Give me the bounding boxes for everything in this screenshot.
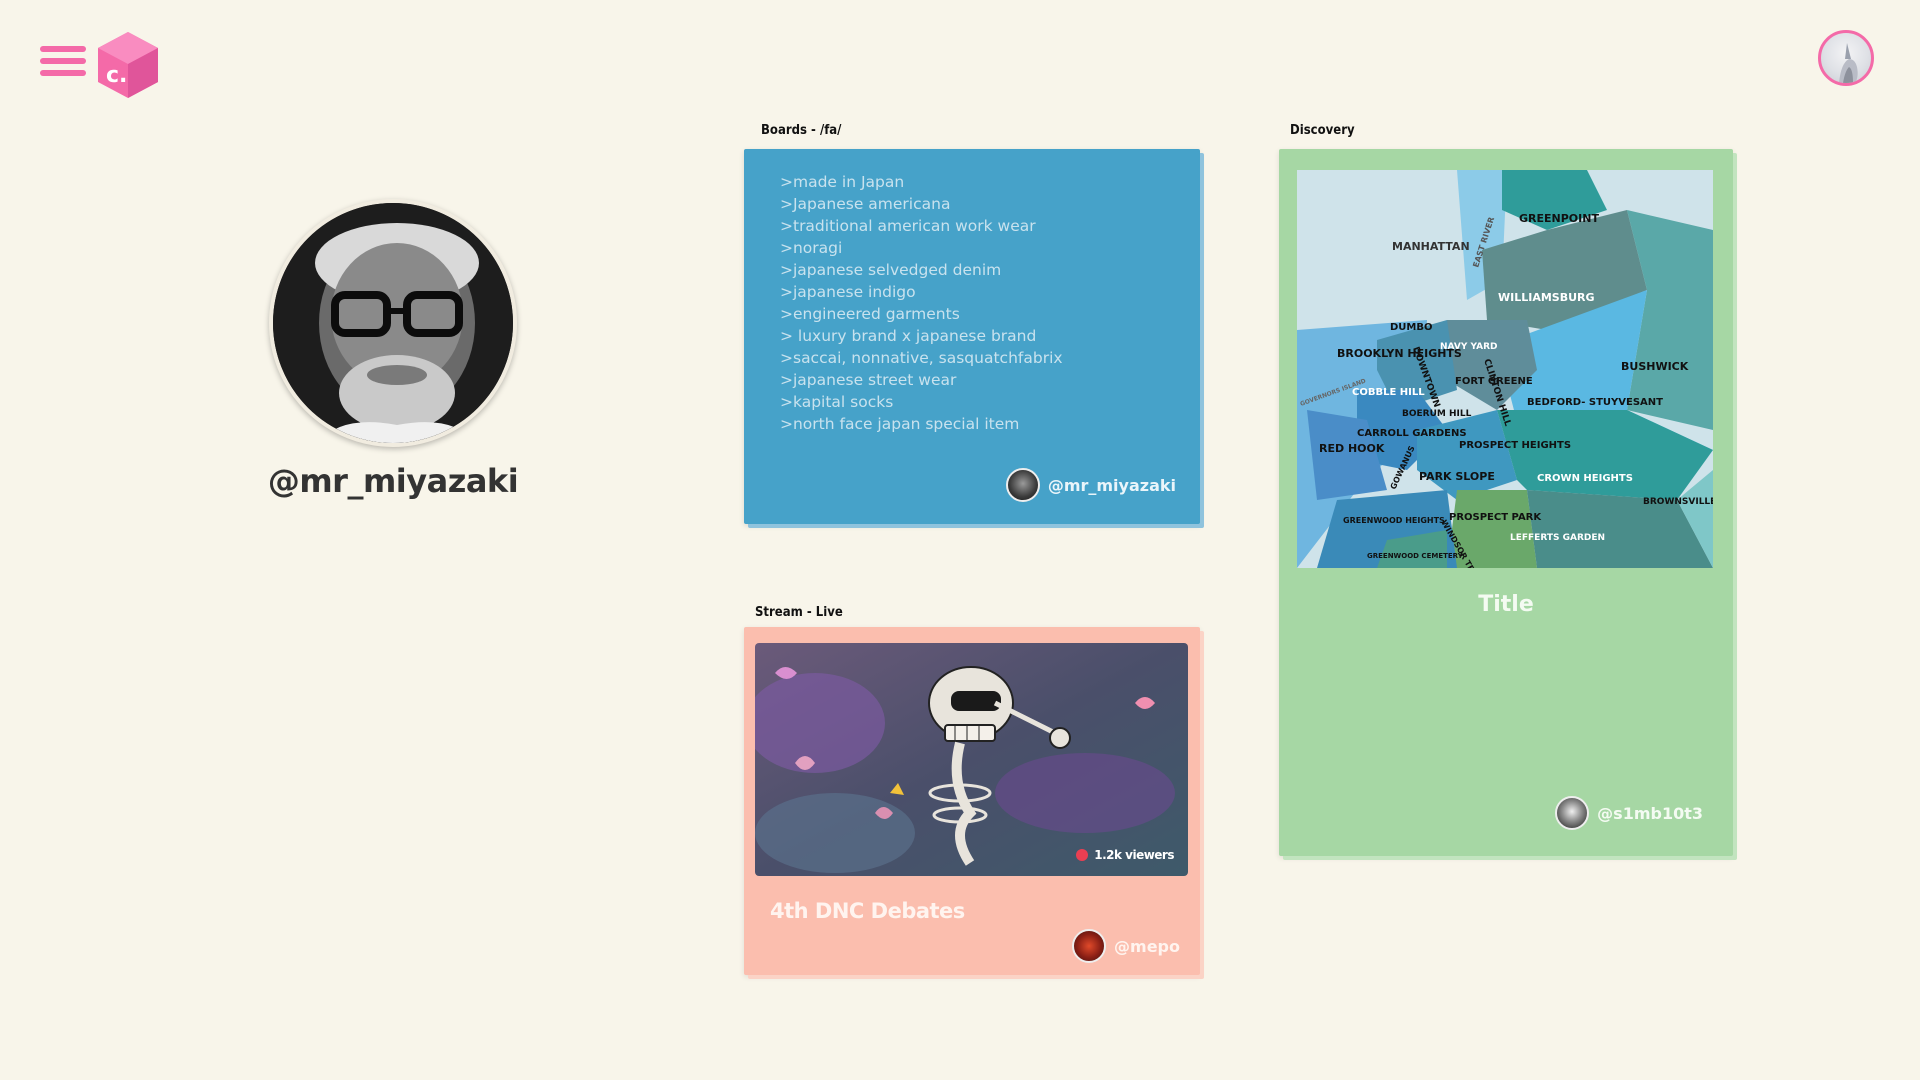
viewer-count: 1.2k viewers — [1076, 848, 1174, 862]
map-label: MANHATTAN — [1392, 240, 1470, 253]
menu-bar-icon — [40, 46, 86, 52]
map-label: LEFFERTS GARDEN — [1510, 533, 1605, 543]
stream-preview-image — [755, 643, 1188, 876]
profile-avatar — [269, 199, 517, 447]
board-item: >japanese street wear — [780, 371, 957, 389]
map-label: PARK SLOPE — [1419, 470, 1495, 483]
logo-letter: c. — [106, 63, 127, 88]
menu-bar-icon — [40, 70, 86, 76]
board-item: >made in Japan — [780, 173, 905, 191]
map-label: COBBLE HILL — [1352, 387, 1425, 398]
stream-author[interactable]: @mepo — [1072, 929, 1180, 963]
profile-photo — [273, 203, 513, 443]
board-item: >saccai, nonnative, sasquatchfabrix — [780, 349, 1063, 367]
map-label: GREENPOINT — [1519, 212, 1599, 225]
account-avatar[interactable] — [1818, 30, 1874, 86]
discovery-author[interactable]: @s1mb10t3 — [1555, 796, 1703, 830]
author-username: @mepo — [1114, 936, 1180, 956]
board-item: >noragi — [780, 239, 843, 257]
stream-thumbnail[interactable]: 1.2k viewers — [755, 643, 1188, 876]
discovery-map[interactable]: MANHATTAN GREENPOINT WILLIAMSBURG DUMBO … — [1297, 170, 1713, 568]
board-card[interactable]: >made in Japan >Japanese americana >trad… — [744, 149, 1200, 524]
cube-logo-icon[interactable]: c. — [96, 30, 160, 100]
board-item: >engineered garments — [780, 305, 960, 323]
board-item: >traditional american work wear — [780, 217, 1036, 235]
map-label: GREENWOOD HEIGHTS — [1343, 516, 1445, 525]
discovery-title: Title — [1478, 592, 1534, 617]
board-item: > luxury brand x japanese brand — [780, 327, 1037, 345]
stream-title: 4th DNC Debates — [770, 899, 965, 923]
map-label: BROWNSVILLE — [1643, 497, 1713, 507]
board-item: >Japanese americana — [780, 195, 951, 213]
live-dot-icon — [1076, 849, 1089, 861]
brooklyn-map: MANHATTAN GREENPOINT WILLIAMSBURG DUMBO … — [1297, 170, 1713, 568]
menu-button[interactable] — [40, 46, 86, 82]
map-label: PROSPECT PARK — [1449, 512, 1542, 523]
map-label: RED HOOK — [1319, 442, 1385, 455]
discovery-card[interactable]: MANHATTAN GREENPOINT WILLIAMSBURG DUMBO … — [1279, 149, 1733, 856]
author-avatar — [1555, 796, 1590, 830]
board-item: >japanese selvedged denim — [780, 261, 1002, 279]
author-username: @s1mb10t3 — [1597, 803, 1703, 823]
author-avatar — [1005, 468, 1040, 502]
profile-username: @mr_miyazaki — [267, 462, 519, 500]
map-label: BUSHWICK — [1621, 360, 1689, 373]
map-label: CARROLL GARDENS — [1357, 428, 1467, 439]
board-item: >japanese indigo — [780, 283, 916, 301]
discovery-section-label: Discovery — [1290, 123, 1355, 138]
board-item: >north face japan special item — [780, 415, 1020, 433]
stream-card[interactable]: 1.2k viewers 4th DNC Debates @mepo — [744, 627, 1200, 975]
map-label: BROOKLYN HEIGHTS — [1337, 347, 1462, 360]
unicorn-icon — [1839, 43, 1858, 83]
menu-bar-icon — [40, 58, 86, 64]
map-label: DUMBO — [1390, 322, 1433, 333]
author-avatar — [1072, 929, 1107, 963]
author-username: @mr_miyazaki — [1047, 475, 1176, 495]
map-label: PROSPECT HEIGHTS — [1459, 440, 1571, 451]
viewer-count-text: 1.2k viewers — [1094, 848, 1174, 862]
stream-section-label: Stream - Live — [755, 605, 843, 620]
board-list: >made in Japan >Japanese americana >trad… — [780, 171, 1063, 435]
map-label: BEDFORD- STUYVESANT — [1527, 397, 1663, 408]
map-label: CROWN HEIGHTS — [1537, 473, 1633, 484]
board-item: >kapital socks — [780, 393, 894, 411]
boards-section-label: Boards - /fa/ — [761, 123, 842, 138]
map-label: WILLIAMSBURG — [1498, 291, 1595, 304]
map-label: BOERUM HILL — [1402, 409, 1472, 419]
map-label: GREENWOOD CEMETERY — [1367, 552, 1464, 560]
board-author[interactable]: @mr_miyazaki — [1005, 468, 1176, 502]
